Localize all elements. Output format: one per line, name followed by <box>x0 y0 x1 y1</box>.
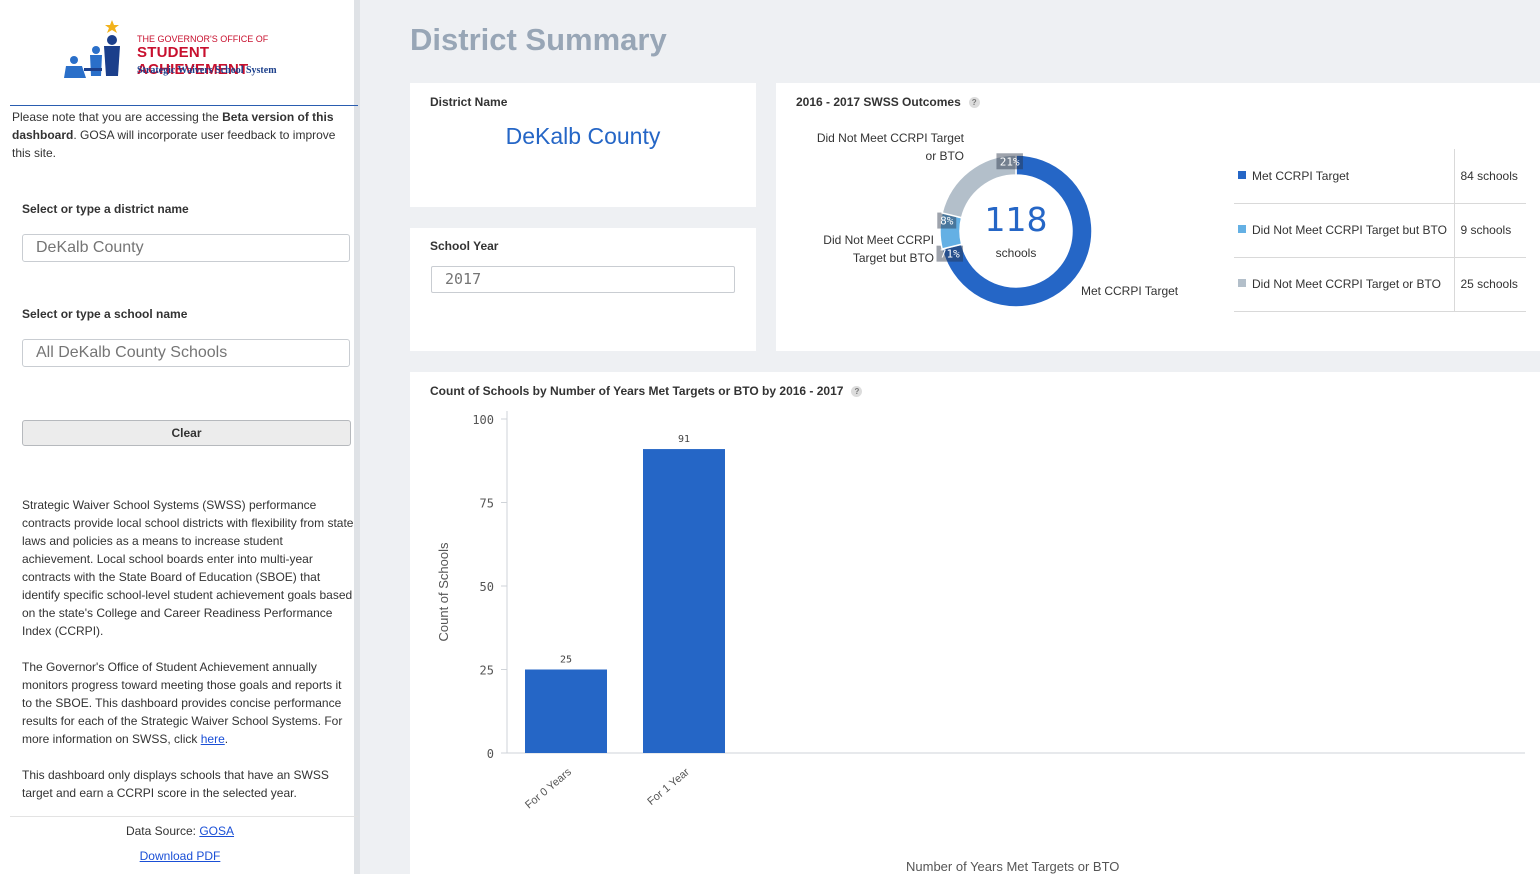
clear-button[interactable]: Clear <box>22 420 351 446</box>
y-tick-label: 25 <box>480 664 494 678</box>
school-year-input[interactable]: 2017 <box>431 266 735 293</box>
outcomes-legend: Met CCRPI Target 84 schools Did Not Meet… <box>1234 149 1526 312</box>
donut-total: 118 <box>985 200 1048 239</box>
sidebar: THE GOVERNOR'S OFFICE OF STUDENT ACHIEVE… <box>0 0 360 874</box>
outcomes-card: 2016 - 2017 SWSS Outcomes? 71% 8% 21% 118 … <box>776 83 1540 351</box>
percent-label: 21% <box>1000 155 1020 168</box>
label-not-met-line2: or BTO <box>925 149 964 163</box>
legend-label-cell: Did Not Meet CCRPI Target or BTO <box>1234 257 1454 312</box>
y-tick-label: 50 <box>480 580 494 594</box>
label-not-met: Did Not Meet CCRPI Target or BTO <box>796 129 964 165</box>
legend-value: 9 schools <box>1453 203 1526 258</box>
x-category-label: For 0 Years <box>523 766 574 812</box>
gosa-link[interactable]: GOSA <box>199 824 234 838</box>
x-axis-title: Number of Years Met Targets or BTO <box>906 859 1120 874</box>
beta-note-prefix: Please note that you are accessing the <box>12 110 223 124</box>
logo-divider <box>10 105 358 106</box>
students-logo-icon <box>64 20 120 78</box>
school-select-label: Select or type a school name <box>22 307 188 321</box>
logo-line1: THE GOVERNOR'S OFFICE OF <box>137 34 269 44</box>
district-select-input[interactable]: DeKalb County <box>22 234 350 262</box>
years-bar-chart: 0 25 50 75 100 Count of Schools 25 For 0 Years… <box>436 411 1525 812</box>
y-tick-label: 0 <box>487 747 494 761</box>
about-paragraph-2-end: . <box>224 732 229 746</box>
beta-note: Please note that you are accessing the B… <box>12 108 354 162</box>
bar-value-label: 91 <box>678 434 690 445</box>
legend-label-cell: Met CCRPI Target <box>1234 149 1454 204</box>
bar[interactable] <box>525 669 607 754</box>
district-select-label: Select or type a district name <box>22 202 189 216</box>
data-source-label: Data Source: <box>125 824 200 838</box>
legend-label-cell: Did Not Meet CCRPI Target but BTO <box>1234 203 1454 258</box>
legend-swatch-not-met <box>1238 279 1246 287</box>
about-paragraph-2: The Governor's Office of Student Achieve… <box>22 658 354 748</box>
percent-label: 8% <box>940 215 954 228</box>
about-paragraph-2-text: The Governor's Office of Student Achieve… <box>22 660 343 746</box>
legend-label: Met CCRPI Target <box>1252 168 1350 183</box>
school-year-card: School Year 2017 <box>410 228 756 351</box>
x-category-label: For 1 Year <box>645 766 692 808</box>
label-bto-line1: Did Not Meet CCRPI <box>823 233 934 247</box>
legend-row: Met CCRPI Target 84 schools <box>1234 149 1526 204</box>
about-text: Strategic Waiver School Systems (SWSS) p… <box>22 496 354 816</box>
label-bto-line2: Target but BTO <box>852 251 934 265</box>
about-paragraph-3: This dashboard only displays schools tha… <box>22 768 329 800</box>
sidebar-footer-divider <box>10 816 358 817</box>
legend-value: 84 schools <box>1453 149 1526 204</box>
legend-label: Did Not Meet CCRPI Target or BTO <box>1252 277 1441 291</box>
donut-total-unit: schools <box>996 246 1037 260</box>
legend-swatch-met <box>1238 170 1246 179</box>
legend-row: Did Not Meet CCRPI Target or BTO 25 scho… <box>1234 257 1526 312</box>
bar[interactable] <box>643 449 725 753</box>
download-pdf-link[interactable]: Download PDF <box>140 849 221 863</box>
legend-row: Did Not Meet CCRPI Target but BTO 9 scho… <box>1234 203 1526 258</box>
page-title: District Summary <box>410 22 667 57</box>
outcomes-donut-chart: 71%8%21% 118 schools <box>936 153 1093 308</box>
y-axis-title: Count of Schools <box>436 542 451 642</box>
y-tick-label: 75 <box>480 497 494 511</box>
about-paragraph-1: Strategic Waiver School Systems (SWSS) p… <box>22 498 354 638</box>
label-not-met-line1: Did Not Meet CCRPI Target <box>816 131 964 145</box>
school-select-input[interactable]: All DeKalb County Schools <box>22 339 350 367</box>
district-name-card: District Name DeKalb County <box>410 83 756 207</box>
y-tick-label: 100 <box>472 413 494 427</box>
logo-line3: Strategic Waivers School System <box>137 65 277 76</box>
here-link[interactable]: here <box>201 732 225 746</box>
label-met: Met CCRPI Target <box>1081 284 1179 298</box>
district-card-title: District Name <box>430 95 508 109</box>
district-name-value: DeKalb County <box>505 123 661 149</box>
label-bto: Did Not Meet CCRPI Target but BTO <box>796 231 934 267</box>
legend-value: 25 schools <box>1453 257 1526 312</box>
bar-value-label: 25 <box>560 655 572 666</box>
school-year-title: School Year <box>430 239 499 253</box>
download-pdf: Download PDF <box>0 849 360 863</box>
gosa-logo: THE GOVERNOR'S OFFICE OF STUDENT ACHIEVE… <box>60 18 310 82</box>
data-source: Data Source: GOSA <box>0 824 360 838</box>
legend-label: Did Not Meet CCRPI Target but BTO <box>1252 223 1447 237</box>
legend-swatch-bto <box>1238 225 1246 233</box>
years-bar-card: Count of Schools by Number of Years Met … <box>410 372 1540 874</box>
